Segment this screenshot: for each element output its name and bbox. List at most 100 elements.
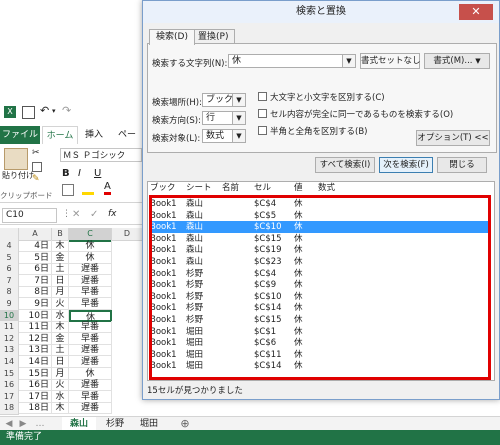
cell-date[interactable]: 17日 [19,390,52,403]
result-row[interactable]: Book1 杉野 $C$4 休 [150,268,490,280]
cell-shift[interactable]: 休 [69,309,112,323]
insert-function-icon[interactable]: fx [108,209,117,219]
cell-weekday[interactable]: 木 [52,240,69,252]
close-icon[interactable]: ✕ [459,4,493,20]
cell-shift[interactable]: 遅番 [69,356,112,368]
result-row[interactable]: Book1 杉野 $C$15 休 [150,314,490,326]
cell-weekday[interactable]: 土 [52,263,69,276]
cell-weekday[interactable]: 水 [52,390,69,403]
scroll-right-icon[interactable]: ▶ [18,417,28,431]
find-what-input[interactable]: 休 ▼ [228,54,356,68]
tab-page-layout[interactable]: ペー [112,126,142,144]
tab-insert[interactable]: 挿入 [80,126,108,144]
result-row[interactable]: Book1 堀田 $C$11 休 [150,349,490,361]
more-sheets-icon[interactable]: … [34,417,46,431]
cell-weekday[interactable]: 金 [52,332,69,345]
match-entire-checkbox[interactable] [258,109,267,118]
result-row[interactable]: Book1 杉野 $C$14 休 [150,302,490,314]
column-header-d[interactable]: D [112,228,143,241]
cell-shift[interactable]: 遅番 [69,274,112,287]
fill-color-icon[interactable] [82,184,94,195]
cell-shift[interactable]: 遅番 [69,344,112,357]
result-row[interactable]: Book1 森山 $C$23 休 [150,256,490,268]
result-row[interactable]: Book1 森山 $C$10 休 [150,221,490,234]
cell-date[interactable]: 4日 [19,240,52,252]
cell-shift[interactable]: 休 [69,240,112,252]
cell-weekday[interactable]: 木 [52,321,69,334]
cell-date[interactable]: 15日 [19,367,52,380]
cell-weekday[interactable]: 月 [52,286,69,299]
bold-button[interactable]: B [62,168,70,179]
cell-date[interactable]: 12日 [19,332,52,345]
match-case-checkbox[interactable] [258,92,267,101]
copy-icon[interactable] [32,162,42,172]
column-cell[interactable]: セル [254,182,271,195]
cell-shift[interactable]: 休 [69,251,112,264]
results-list[interactable]: ブック シート 名前 セル 値 数式 Book1 森山 $C$4 休 Book1 森山 $C… [147,181,495,381]
column-book[interactable]: ブック [150,182,176,195]
find-next-button[interactable]: 次を検索(F) [379,157,433,173]
tab-file[interactable]: ファイル [0,126,40,144]
enter-icon[interactable]: ✓ [90,209,98,220]
cell-shift[interactable]: 早番 [69,298,112,310]
cell-weekday[interactable]: 木 [52,402,69,415]
cell-weekday[interactable]: 日 [52,356,69,368]
cell-weekday[interactable]: 土 [52,344,69,357]
search-direction-select[interactable]: 行 ▼ [202,111,246,125]
cell-weekday[interactable]: 火 [52,379,69,392]
within-select[interactable]: ブック ▼ [202,93,246,107]
scroll-left-icon[interactable]: ◀ [4,417,14,431]
cell-date[interactable]: 11日 [19,321,52,334]
cut-icon[interactable]: ✂ [32,148,40,158]
cell-date[interactable]: 14日 [19,356,52,368]
cell-weekday[interactable]: 火 [52,298,69,310]
result-row[interactable]: Book1 杉野 $C$10 休 [150,291,490,303]
close-button[interactable]: 閉じる [437,157,487,173]
cell-date[interactable]: 18日 [19,402,52,415]
result-row[interactable]: Book1 森山 $C$15 休 [150,233,490,245]
cell-date[interactable]: 8日 [19,286,52,299]
underline-button[interactable]: U [94,168,101,179]
format-button[interactable]: 書式(M)... ▼ [424,53,490,69]
tab-home[interactable]: ホーム [42,126,78,146]
result-row[interactable]: Book1 堀田 $C$14 休 [150,360,490,372]
font-color-icon[interactable]: A [104,182,111,195]
italic-button[interactable]: I [78,168,81,179]
result-row[interactable]: Book1 堀田 $C$1 休 [150,326,490,338]
cell-weekday[interactable]: 日 [52,274,69,287]
chevron-down-icon[interactable]: ▼ [232,112,245,124]
column-value[interactable]: 値 [294,182,303,195]
cell-date[interactable]: 16日 [19,379,52,392]
add-sheet-icon[interactable]: ⊕ [178,417,192,431]
column-name[interactable]: 名前 [222,182,239,195]
cell-date[interactable]: 13日 [19,344,52,357]
cell-date[interactable]: 7日 [19,274,52,287]
chevron-down-icon[interactable]: ▼ [232,94,245,106]
redo-icon[interactable]: ↷ [62,104,71,117]
tab-replace[interactable]: 置換(P) [191,29,236,44]
cell-date[interactable]: 6日 [19,263,52,276]
paste-icon[interactable] [4,148,28,170]
result-row[interactable]: Book1 堀田 $C$6 休 [150,337,490,349]
cell-shift[interactable]: 遅番 [69,263,112,276]
row-header[interactable]: 18 [0,402,19,416]
column-sheet[interactable]: シート [186,182,212,195]
match-entire-label[interactable]: セル内容が完全に同一であるものを検索する(O) [270,108,453,120]
match-width-checkbox[interactable] [258,126,267,135]
cell-shift[interactable]: 早番 [69,286,112,299]
cell-weekday[interactable]: 金 [52,251,69,264]
chevron-down-icon[interactable]: ▼ [232,130,245,142]
cell-shift[interactable]: 早番 [69,321,112,334]
cell-shift[interactable]: 休 [69,367,112,380]
chevron-down-icon[interactable]: ▼ [342,55,355,67]
format-painter-icon[interactable]: ✎ [32,174,40,184]
cell-weekday[interactable]: 月 [52,367,69,380]
chevron-down-icon[interactable]: ▾ [52,107,56,115]
save-icon[interactable] [22,106,35,119]
look-in-select[interactable]: 数式 ▼ [202,129,246,143]
cell-date[interactable]: 10日 [19,309,52,322]
cell-date[interactable]: 5日 [19,251,52,264]
options-button[interactable]: オプション(T) << [416,130,490,146]
result-row[interactable]: Book1 森山 $C$5 休 [150,210,490,222]
column-formula[interactable]: 数式 [318,182,335,195]
